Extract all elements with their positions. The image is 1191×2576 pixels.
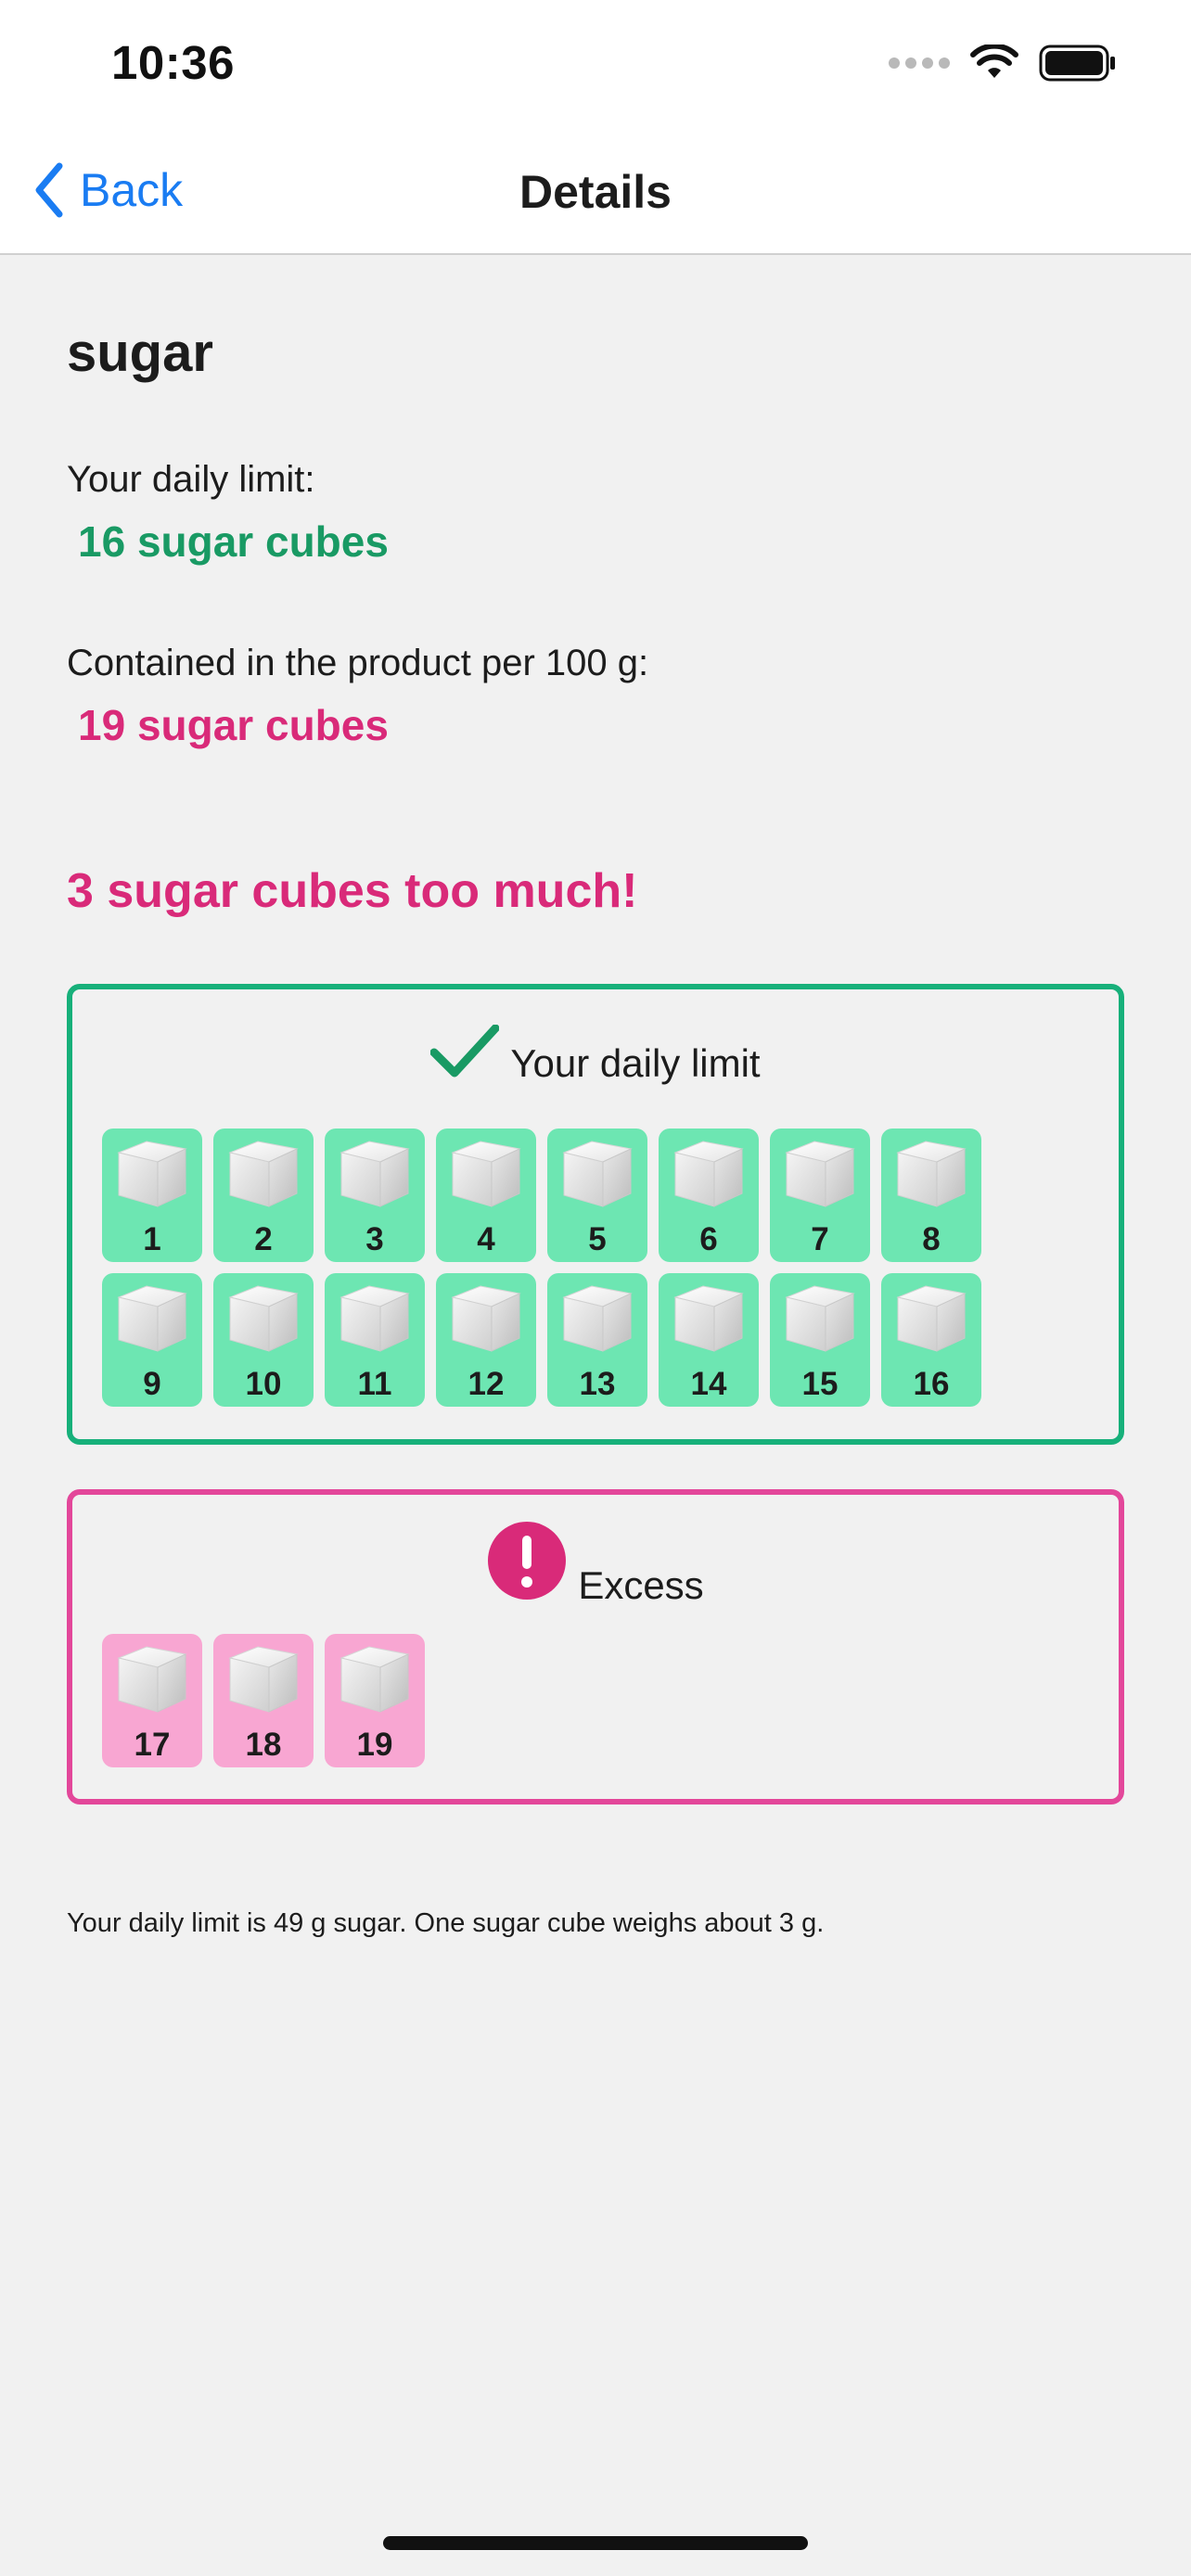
excess-panel-header: Excess — [72, 1521, 1119, 1607]
sugar-cube-icon — [785, 1141, 855, 1207]
sugar-cube-icon — [673, 1141, 744, 1207]
status-time: 10:36 — [111, 36, 235, 89]
sugar-cube-icon — [673, 1285, 744, 1352]
excess-cube-grid: 17 18 19 — [102, 1634, 981, 1767]
sugar-cube-tile: 6 — [659, 1129, 759, 1262]
sugar-cube-tile: 8 — [881, 1129, 981, 1262]
daily-limit-cube-grid: 1 2 3 4 5 6 7 8 9 10 11 12 13 14 15 16 — [102, 1129, 981, 1407]
sugar-cube-tile: 4 — [436, 1129, 536, 1262]
sugar-cube-tile: 5 — [547, 1129, 647, 1262]
sugar-cube-icon — [228, 1285, 299, 1352]
sugar-cube-icon — [451, 1141, 521, 1207]
sugar-cube-tile: 15 — [770, 1273, 870, 1407]
sugar-cube-icon — [562, 1285, 633, 1352]
sugar-cube-icon — [117, 1285, 187, 1352]
exclamation-icon — [488, 1522, 567, 1600]
sugar-cube-number: 8 — [922, 1221, 941, 1257]
daily-limit-value: 16 sugar cubes — [78, 517, 389, 566]
sugar-cube-tile: 9 — [102, 1273, 202, 1407]
sugar-cube-icon — [896, 1141, 967, 1207]
daily-limit-panel-header: Your daily limit — [72, 1025, 1119, 1085]
wifi-icon — [970, 45, 1018, 78]
sugar-cube-icon — [896, 1285, 967, 1352]
sugar-cube-icon — [339, 1141, 410, 1207]
sugar-cube-number: 2 — [254, 1221, 273, 1257]
sugar-cube-icon — [339, 1646, 410, 1713]
sugar-cube-number: 12 — [467, 1366, 505, 1402]
status-bar: 10:36 — [0, 0, 1191, 130]
navigation-bar: Back Details — [0, 130, 1191, 255]
sugar-cube-number: 6 — [699, 1221, 718, 1257]
sugar-cube-number: 14 — [690, 1366, 727, 1402]
battery-icon — [1039, 45, 1115, 82]
excess-message: 3 sugar cubes too much! — [67, 864, 638, 918]
sugar-cube-number: 17 — [134, 1727, 171, 1763]
daily-limit-label: Your daily limit: — [67, 459, 315, 500]
sugar-cube-icon — [228, 1141, 299, 1207]
sugar-cube-icon — [228, 1646, 299, 1713]
sugar-cube-tile: 13 — [547, 1273, 647, 1407]
sugar-cube-icon — [117, 1141, 187, 1207]
sugar-cube-tile: 18 — [213, 1634, 314, 1767]
sugar-cube-icon — [785, 1285, 855, 1352]
sugar-cube-number: 4 — [477, 1221, 495, 1257]
footnote: Your daily limit is 49 g sugar. One suga… — [67, 1908, 825, 1938]
sugar-cube-number: 3 — [365, 1221, 384, 1257]
sugar-cube-tile: 12 — [436, 1273, 536, 1407]
sugar-cube-tile: 1 — [102, 1129, 202, 1262]
sugar-cube-icon — [451, 1285, 521, 1352]
sugar-cube-number: 10 — [245, 1366, 282, 1402]
sugar-cube-tile: 14 — [659, 1273, 759, 1407]
sugar-cube-icon — [117, 1646, 187, 1713]
signal-icon — [889, 57, 950, 69]
sugar-cube-number: 1 — [143, 1221, 161, 1257]
sugar-cube-icon — [562, 1141, 633, 1207]
home-indicator — [383, 2536, 808, 2550]
sugar-cube-number: 18 — [245, 1727, 282, 1763]
page-title: Details — [519, 166, 672, 218]
excess-panel-label: Excess — [578, 1563, 704, 1607]
sugar-cube-icon — [339, 1285, 410, 1352]
sugar-cube-tile: 2 — [213, 1129, 314, 1262]
sugar-cube-number: 13 — [579, 1366, 616, 1402]
daily-limit-panel-label: Your daily limit — [510, 1041, 761, 1085]
sugar-cube-number: 9 — [143, 1366, 161, 1402]
sugar-cube-tile: 16 — [881, 1273, 981, 1407]
sugar-cube-tile: 7 — [770, 1129, 870, 1262]
contained-value: 19 sugar cubes — [78, 701, 389, 749]
checkmark-icon — [430, 1025, 500, 1078]
sugar-cube-tile: 10 — [213, 1273, 314, 1407]
excess-panel: Excess 17 18 19 — [67, 1489, 1124, 1804]
sugar-cube-number: 15 — [801, 1366, 839, 1402]
sugar-cube-number: 16 — [913, 1366, 950, 1402]
product-name: sugar — [67, 323, 213, 383]
sugar-cube-number: 11 — [357, 1366, 392, 1402]
sugar-cube-tile: 11 — [325, 1273, 425, 1407]
sugar-cube-tile: 3 — [325, 1129, 425, 1262]
status-icons — [889, 45, 1117, 82]
daily-limit-panel: Your daily limit 1 2 3 4 5 6 7 8 9 10 11 12 13 14 15 16 — [67, 984, 1124, 1445]
sugar-cube-number: 7 — [811, 1221, 829, 1257]
sugar-cube-number: 5 — [588, 1221, 607, 1257]
sugar-cube-tile: 19 — [325, 1634, 425, 1767]
contained-label: Contained in the product per 100 g: — [67, 643, 649, 683]
sugar-cube-number: 19 — [356, 1727, 393, 1763]
sugar-cube-tile: 17 — [102, 1634, 202, 1767]
